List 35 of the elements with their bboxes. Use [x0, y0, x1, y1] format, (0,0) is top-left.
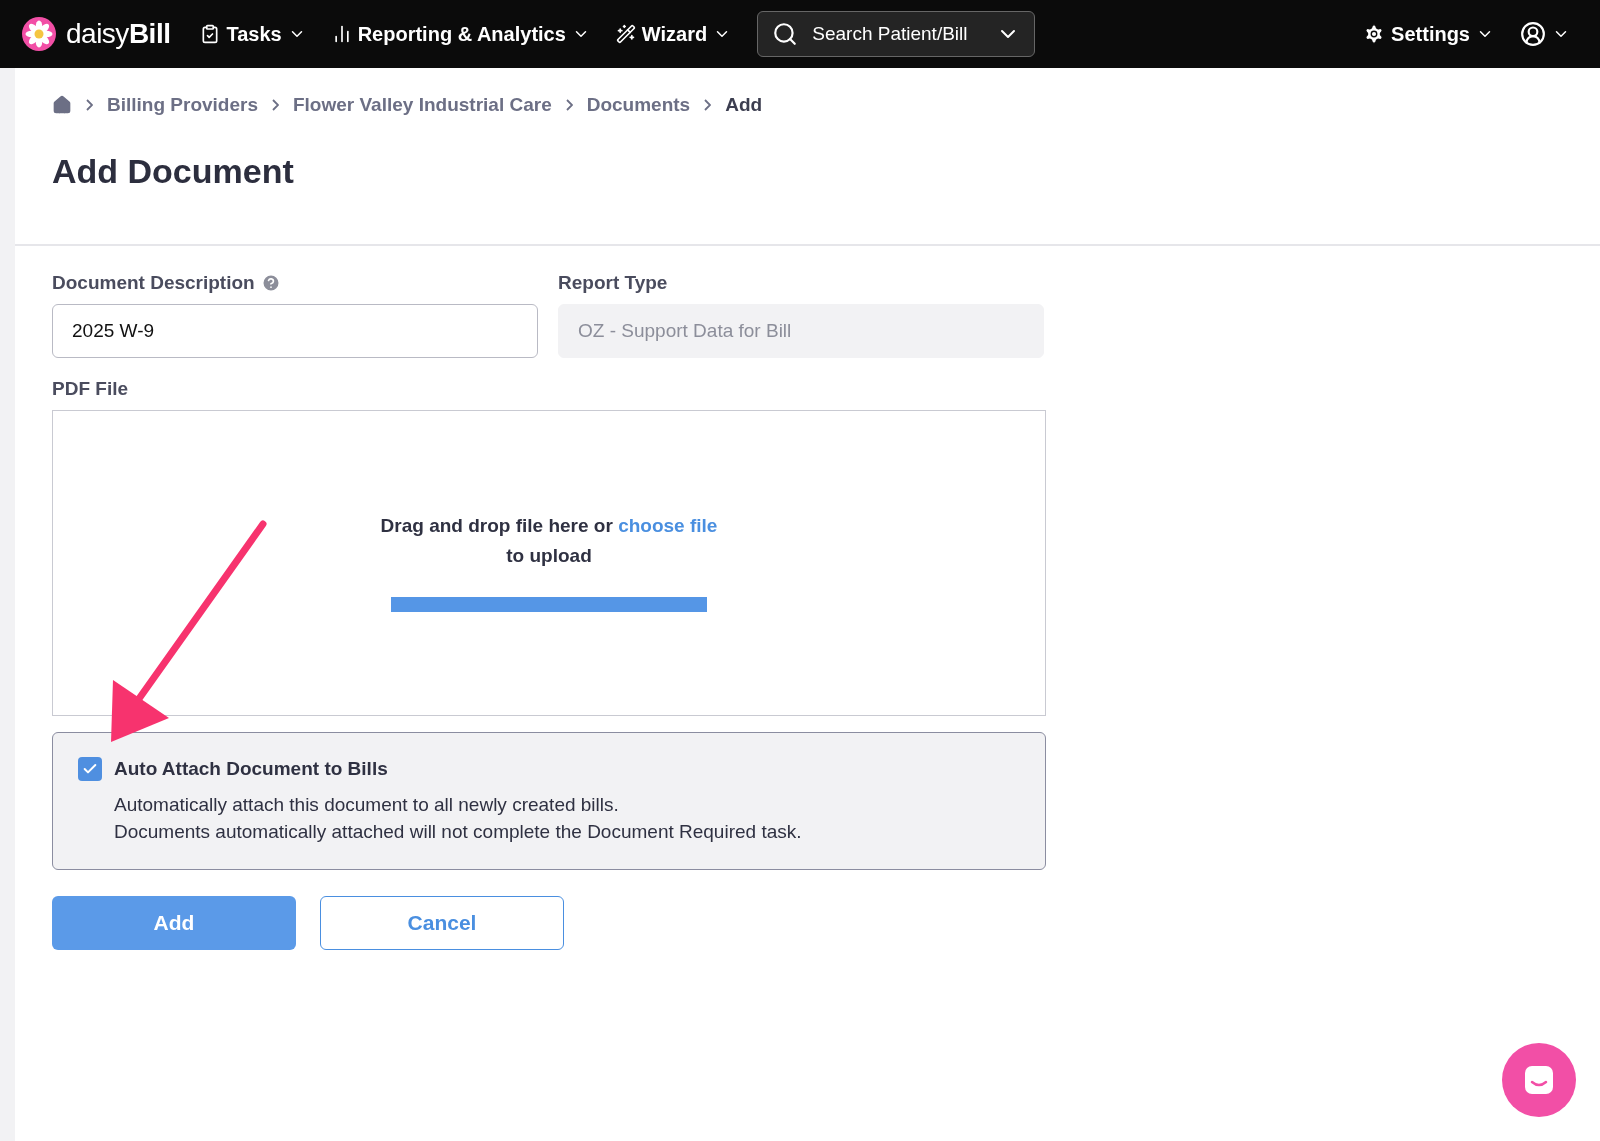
- search-field[interactable]: Search Patient/Bill: [810, 22, 985, 46]
- breadcrumb-link[interactable]: Billing Providers: [107, 94, 258, 116]
- nav-menu-button[interactable]: Reporting & Analytics: [331, 22, 590, 46]
- help-text: Automatically attach this document to all newly created bills.: [114, 793, 620, 817]
- home-icon[interactable]: [52, 95, 72, 115]
- drop-prompt: Drag and drop file here or choose file: [380, 514, 718, 537]
- magic-wand-icon: [615, 24, 636, 44]
- search-icon: [772, 21, 799, 47]
- chevron-right-icon: [272, 99, 279, 111]
- breadcrumb-link[interactable]: Flower Valley Industrial Care: [293, 94, 552, 116]
- chevron-right-icon: [704, 99, 712, 111]
- logo-text: daisyBill: [66, 18, 171, 50]
- help-icon[interactable]: [260, 273, 281, 293]
- field-label: PDF File: [52, 378, 128, 400]
- drop-zone[interactable]: Drag and drop file here or choose file to upload: [52, 410, 1046, 716]
- chevron-right-icon: [86, 99, 93, 111]
- flower-logo-icon: [22, 17, 56, 51]
- chat-icon: [1522, 1063, 1556, 1097]
- field-label: Report Type: [558, 272, 668, 294]
- drop-prompt-suffix: to upload: [506, 544, 592, 567]
- nav-menu-button[interactable]: Wizard: [615, 22, 732, 46]
- search-bar[interactable]: Search Patient/Bill: [757, 11, 1036, 57]
- checkbox-label: Auto Attach Document to Bills: [114, 758, 388, 780]
- help-text: Documents automatically attached will not complete the Document Required task.: [114, 820, 803, 844]
- breadcrumb-link[interactable]: Documents: [586, 94, 691, 116]
- checkbox[interactable]: [78, 757, 102, 781]
- breadcrumb-link[interactable]: Add: [725, 94, 763, 116]
- settings-menu-button[interactable]: Settings: [1363, 22, 1494, 46]
- clipboard-icon: [200, 24, 221, 44]
- page-title: Add Document: [52, 152, 295, 191]
- nav-menu-button[interactable]: Tasks: [200, 22, 306, 46]
- input-field[interactable]: 2025 W-9: [52, 304, 538, 358]
- field-label: Document Description: [52, 272, 255, 294]
- chevron-right-icon: [565, 99, 573, 111]
- user-icon: [1520, 21, 1546, 47]
